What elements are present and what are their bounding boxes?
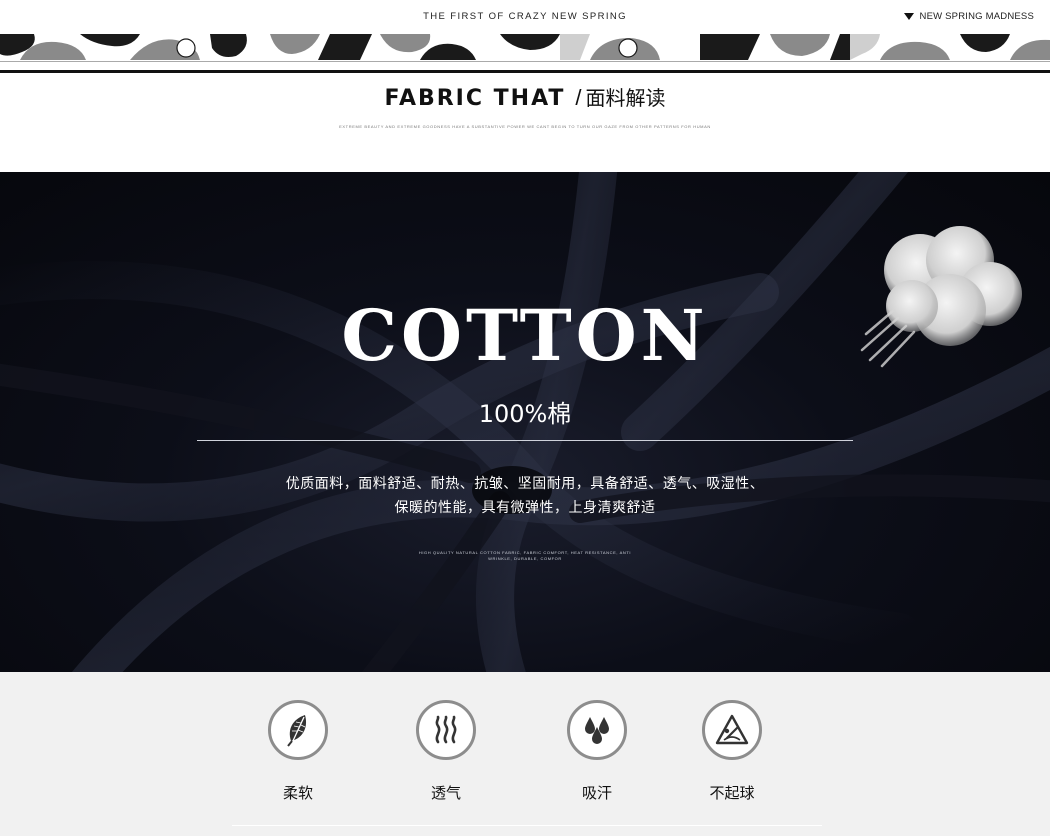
- feature-icon-badge: [268, 700, 328, 760]
- cotton-percentage: 100%棉: [478, 400, 572, 428]
- feature-label: 柔软: [282, 784, 313, 802]
- section-heading: FABRIC THAT / 面料解读: [0, 82, 1050, 111]
- feature-icon-badge: [416, 700, 476, 760]
- feature-icon-badge: [567, 700, 627, 760]
- header-divider-thick: [0, 70, 1050, 73]
- hero-fine-print: HIGH QUALITY NATURAL COTTON FABRIC, FABR…: [418, 550, 632, 561]
- section-title-cn: 面料解读: [585, 86, 666, 110]
- new-spring-label: NEW SPRING MADNESS: [919, 11, 1034, 22]
- hero-divider: [197, 440, 853, 441]
- cotton-fabric-hero: COTTON 100%棉 优质面料，面料舒适、耐热、抗皱、坚固耐用，具备舒适、透…: [0, 172, 1050, 672]
- feature-label: 不起球: [709, 784, 755, 802]
- feature-soft: 柔软: [253, 700, 343, 803]
- camo-pattern-band: [0, 34, 1050, 60]
- feature-sweat-absorbing: 吸汗: [552, 700, 642, 803]
- section-fine-print: EXTREME BEAUTY AND EXTREME GOODNESS HAVE…: [339, 124, 711, 129]
- top-tagline: THE FIRST OF CRAZY NEW SPRING: [423, 11, 627, 22]
- section-title-en: FABRIC THAT: [384, 86, 566, 111]
- feature-anti-pilling: 不起球: [687, 700, 777, 803]
- fabric-features: 柔软 透气 吸汗 不起球: [0, 672, 1050, 836]
- feature-label: 吸汗: [581, 784, 612, 802]
- hero-description-line1: 优质面料，面料舒适、耐热、抗皱、坚固耐用，具备舒适、透气、吸湿性、: [285, 476, 765, 492]
- anti-pilling-icon: [715, 714, 749, 745]
- feather-icon: [287, 715, 307, 747]
- footer-divider: [232, 825, 822, 826]
- header-divider-thin: [0, 61, 1050, 62]
- hero-description-line2: 保暖的性能，具有微弹性，上身清爽舒适: [394, 500, 656, 516]
- heat-waves-icon: [435, 715, 457, 744]
- section-title-separator: /: [575, 85, 582, 110]
- triangle-down-icon: [903, 13, 914, 20]
- water-drops-icon: [585, 717, 609, 744]
- feature-label: 透气: [430, 784, 461, 802]
- new-spring-link[interactable]: NEW SPRING MADNESS: [903, 11, 1034, 22]
- hero-title: COTTON: [341, 294, 709, 377]
- feature-breathable: 透气: [401, 700, 491, 803]
- feature-icon-badge: [702, 700, 762, 760]
